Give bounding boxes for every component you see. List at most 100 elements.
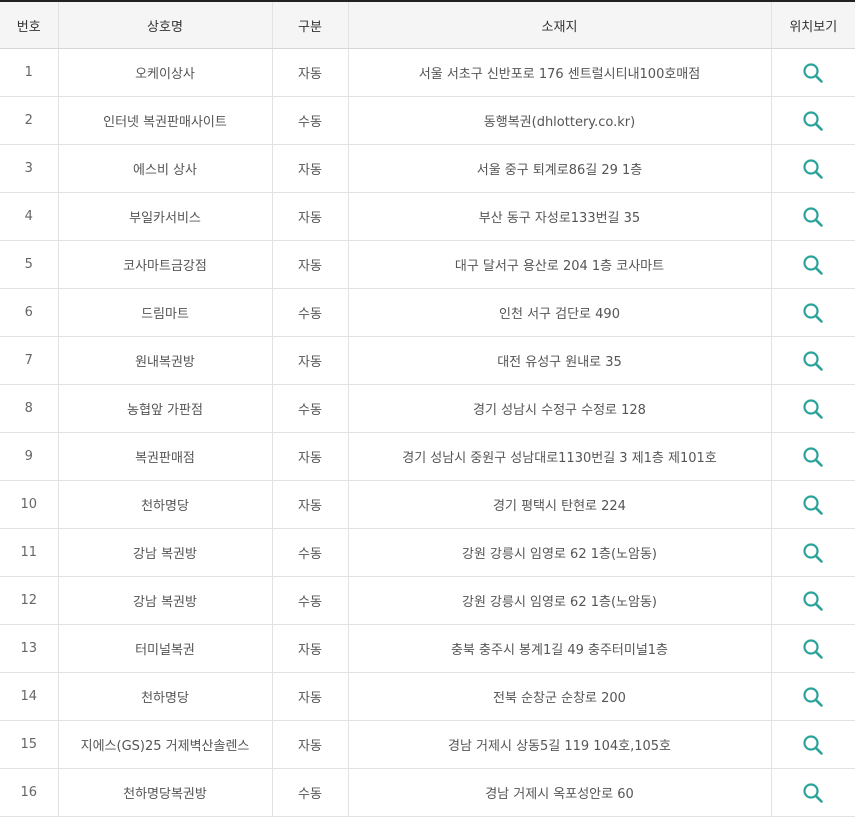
cell-type: 수동 bbox=[272, 576, 349, 625]
cell-address: 인천 서구 검단로 490 bbox=[348, 288, 772, 337]
cell-number: 2 bbox=[0, 96, 59, 145]
cell-number: 4 bbox=[0, 192, 59, 241]
cell-name: 강남 복권방 bbox=[58, 528, 273, 577]
location-search-icon[interactable] bbox=[799, 491, 827, 519]
search-icon bbox=[803, 590, 824, 611]
cell-map bbox=[771, 624, 855, 673]
location-search-icon[interactable] bbox=[799, 395, 827, 423]
store-table: 번호 상호명 구분 소재지 위치보기 1 오케이상사 자동 서울 서초구 신반포로 1… bbox=[0, 0, 855, 817]
table-row: 14 천하명당 자동 전북 순창군 순창로 200 bbox=[0, 672, 855, 721]
cell-address: 동행복권(dhlottery.co.kr) bbox=[348, 96, 772, 145]
table-row: 4 부일카서비스 자동 부산 동구 자성로133번길 35 bbox=[0, 192, 855, 241]
location-search-icon[interactable] bbox=[799, 347, 827, 375]
location-search-icon[interactable] bbox=[799, 155, 827, 183]
cell-number: 13 bbox=[0, 624, 59, 673]
cell-address: 충북 충주시 봉계1길 49 충주터미널1층 bbox=[348, 624, 772, 673]
table-row: 16 천하명당복권방 수동 경남 거제시 옥포성안로 60 bbox=[0, 768, 855, 817]
cell-map bbox=[771, 672, 855, 721]
header-name: 상호명 bbox=[58, 1, 273, 49]
location-search-icon[interactable] bbox=[799, 683, 827, 711]
header-type: 구분 bbox=[272, 1, 349, 49]
cell-type: 자동 bbox=[272, 144, 349, 193]
search-icon bbox=[803, 254, 824, 275]
search-icon bbox=[803, 62, 824, 83]
cell-number: 10 bbox=[0, 480, 59, 529]
cell-type: 자동 bbox=[272, 432, 349, 481]
cell-name: 원내복권방 bbox=[58, 336, 273, 385]
cell-map bbox=[771, 240, 855, 289]
search-icon bbox=[803, 398, 824, 419]
table-row: 3 에스비 상사 자동 서울 중구 퇴계로86길 29 1층 bbox=[0, 144, 855, 193]
table-row: 10 천하명당 자동 경기 평택시 탄현로 224 bbox=[0, 480, 855, 529]
table-row: 2 인터넷 복권판매사이트 수동 동행복권(dhlottery.co.kr) bbox=[0, 96, 855, 145]
cell-map bbox=[771, 48, 855, 97]
cell-name: 드림마트 bbox=[58, 288, 273, 337]
cell-name: 천하명당복권방 bbox=[58, 768, 273, 817]
location-search-icon[interactable] bbox=[799, 59, 827, 87]
cell-number: 5 bbox=[0, 240, 59, 289]
cell-name: 에스비 상사 bbox=[58, 144, 273, 193]
cell-name: 농협앞 가판점 bbox=[58, 384, 273, 433]
cell-address: 대전 유성구 원내로 35 bbox=[348, 336, 772, 385]
location-search-icon[interactable] bbox=[799, 731, 827, 759]
cell-address: 부산 동구 자성로133번길 35 bbox=[348, 192, 772, 241]
location-search-icon[interactable] bbox=[799, 443, 827, 471]
cell-number: 3 bbox=[0, 144, 59, 193]
location-search-icon[interactable] bbox=[799, 251, 827, 279]
location-search-icon[interactable] bbox=[799, 539, 827, 567]
location-search-icon[interactable] bbox=[799, 203, 827, 231]
location-search-icon[interactable] bbox=[799, 107, 827, 135]
cell-address: 경남 거제시 상동5길 119 104호,105호 bbox=[348, 720, 772, 769]
location-search-icon[interactable] bbox=[799, 299, 827, 327]
cell-address: 서울 중구 퇴계로86길 29 1층 bbox=[348, 144, 772, 193]
search-icon bbox=[803, 782, 824, 803]
table-row: 6 드림마트 수동 인천 서구 검단로 490 bbox=[0, 288, 855, 337]
location-search-icon[interactable] bbox=[799, 779, 827, 807]
cell-number: 7 bbox=[0, 336, 59, 385]
cell-number: 11 bbox=[0, 528, 59, 577]
cell-type: 수동 bbox=[272, 768, 349, 817]
location-search-icon[interactable] bbox=[799, 587, 827, 615]
cell-map bbox=[771, 576, 855, 625]
cell-name: 천하명당 bbox=[58, 672, 273, 721]
table-row: 13 터미널복권 자동 충북 충주시 봉계1길 49 충주터미널1층 bbox=[0, 624, 855, 673]
search-icon bbox=[803, 110, 824, 131]
cell-number: 6 bbox=[0, 288, 59, 337]
search-icon bbox=[803, 638, 824, 659]
cell-type: 자동 bbox=[272, 672, 349, 721]
cell-address: 서울 서초구 신반포로 176 센트럴시티내100호매점 bbox=[348, 48, 772, 97]
cell-type: 자동 bbox=[272, 192, 349, 241]
table-row: 15 지에스(GS)25 거제벽산솔렌스 자동 경남 거제시 상동5길 119 104… bbox=[0, 720, 855, 769]
cell-name: 천하명당 bbox=[58, 480, 273, 529]
cell-address: 강원 강릉시 임영로 62 1층(노암동) bbox=[348, 576, 772, 625]
cell-map bbox=[771, 96, 855, 145]
search-icon bbox=[803, 350, 824, 371]
cell-type: 수동 bbox=[272, 384, 349, 433]
search-icon bbox=[803, 686, 824, 707]
cell-name: 코사마트금강점 bbox=[58, 240, 273, 289]
cell-name: 부일카서비스 bbox=[58, 192, 273, 241]
cell-address: 경기 평택시 탄현로 224 bbox=[348, 480, 772, 529]
cell-map bbox=[771, 144, 855, 193]
cell-map bbox=[771, 288, 855, 337]
cell-address: 경남 거제시 옥포성안로 60 bbox=[348, 768, 772, 817]
cell-address: 경기 성남시 수정구 수정로 128 bbox=[348, 384, 772, 433]
cell-number: 12 bbox=[0, 576, 59, 625]
cell-name: 강남 복권방 bbox=[58, 576, 273, 625]
cell-map bbox=[771, 384, 855, 433]
location-search-icon[interactable] bbox=[799, 635, 827, 663]
cell-map bbox=[771, 432, 855, 481]
search-icon bbox=[803, 494, 824, 515]
table-row: 1 오케이상사 자동 서울 서초구 신반포로 176 센트럴시티내100호매점 bbox=[0, 48, 855, 97]
cell-address: 강원 강릉시 임영로 62 1층(노암동) bbox=[348, 528, 772, 577]
header-number: 번호 bbox=[0, 1, 59, 49]
cell-type: 수동 bbox=[272, 288, 349, 337]
cell-number: 16 bbox=[0, 768, 59, 817]
header-map: 위치보기 bbox=[771, 1, 855, 49]
table-row: 11 강남 복권방 수동 강원 강릉시 임영로 62 1층(노암동) bbox=[0, 528, 855, 577]
search-icon bbox=[803, 206, 824, 227]
table-row: 8 농협앞 가판점 수동 경기 성남시 수정구 수정로 128 bbox=[0, 384, 855, 433]
cell-type: 자동 bbox=[272, 624, 349, 673]
cell-address: 전북 순창군 순창로 200 bbox=[348, 672, 772, 721]
cell-map bbox=[771, 768, 855, 817]
